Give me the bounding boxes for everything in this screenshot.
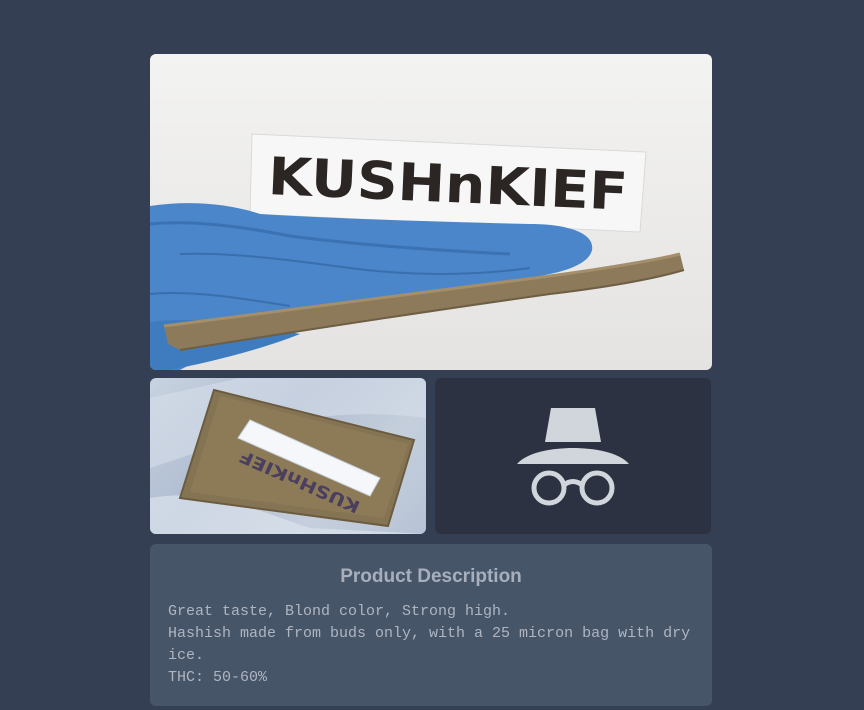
thumbnail-incognito[interactable] bbox=[435, 378, 711, 534]
main-product-image[interactable]: KUSHnKIEF bbox=[150, 54, 712, 370]
product-description-card: Product Description Great taste, Blond c… bbox=[150, 544, 712, 706]
thumbnail-image-left[interactable]: KUSHnKIEF bbox=[150, 378, 426, 534]
product-gallery: KUSHnKIEF KUSHnKIEF Product Description … bbox=[150, 54, 712, 706]
description-line: Hashish made from buds only, with a 25 m… bbox=[168, 625, 691, 664]
description-line: Great taste, Blond color, Strong high. bbox=[168, 603, 511, 620]
description-title: Product Description bbox=[340, 566, 522, 587]
description-line: THC: 50-60% bbox=[168, 669, 268, 686]
incognito-icon bbox=[517, 408, 629, 506]
thumbnail-row: KUSHnKIEF bbox=[150, 378, 712, 534]
